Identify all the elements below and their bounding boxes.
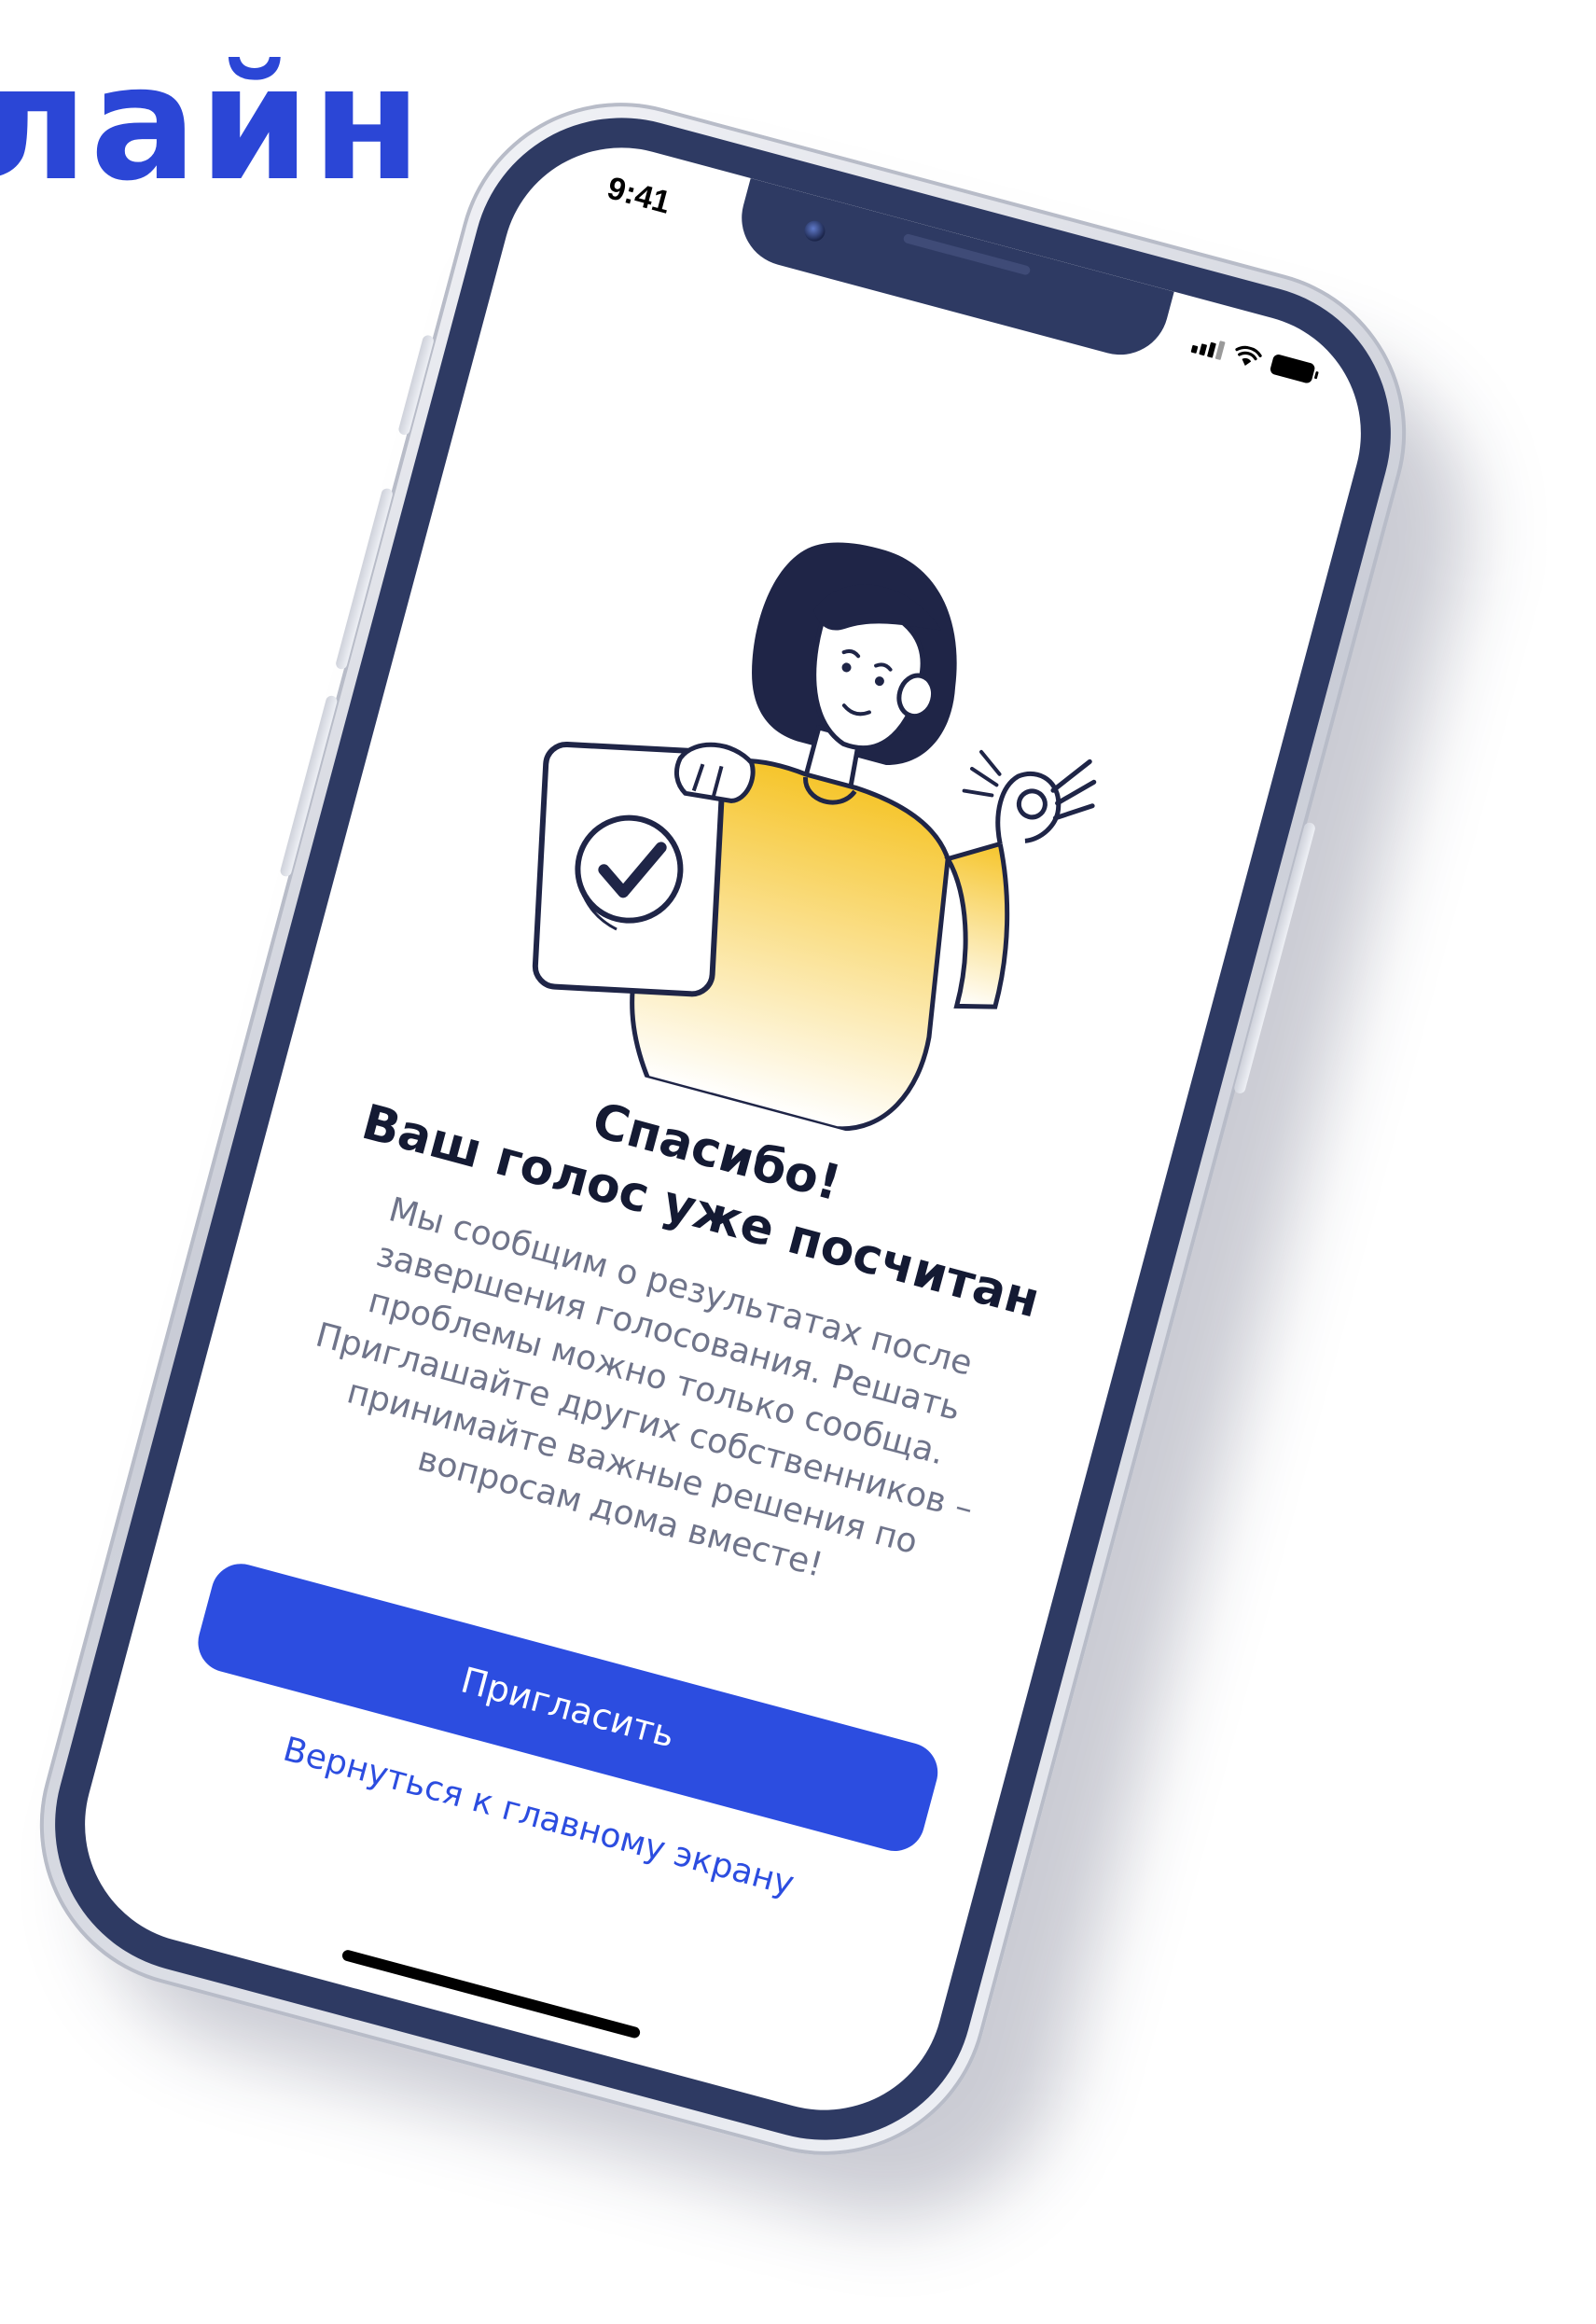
brand-logo-text: лайн — [0, 32, 423, 216]
status-time: 9:41 — [604, 170, 674, 221]
woman-holding-checked-ballot-illustration — [532, 542, 1097, 1132]
front-camera-icon — [801, 218, 827, 244]
status-icons — [1190, 332, 1316, 384]
cellular-signal-icon — [1190, 334, 1226, 360]
wifi-icon — [1231, 343, 1264, 370]
battery-icon — [1269, 353, 1316, 384]
